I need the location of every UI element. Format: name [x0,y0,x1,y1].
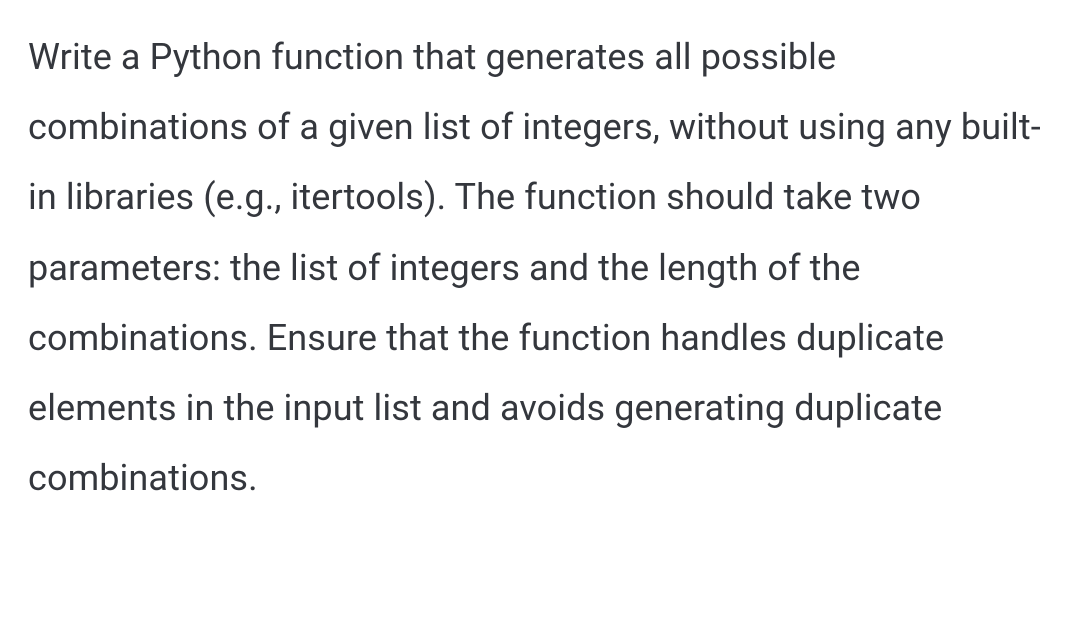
paragraph-text: Write a Python function that generates a… [28,22,1052,513]
